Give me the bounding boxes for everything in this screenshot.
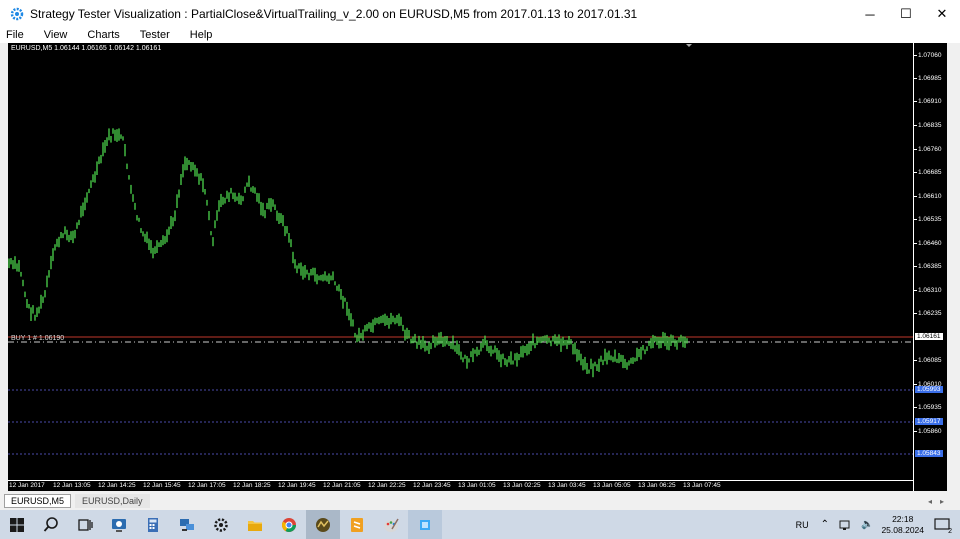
- price-tick: 1.05860: [914, 428, 942, 435]
- price-tick: 1.06535: [914, 216, 942, 223]
- menu-charts[interactable]: Charts: [87, 29, 119, 41]
- right-frame: [947, 43, 960, 491]
- time-label: 12 Jan 18:25: [233, 482, 271, 489]
- price-tick: 1.06310: [914, 287, 942, 294]
- time-label: 12 Jan 13:05: [53, 482, 91, 489]
- windows-start-icon[interactable]: [0, 510, 34, 539]
- candles-group: [8, 128, 688, 378]
- time-label: 12 Jan 21:05: [323, 482, 361, 489]
- chevron-up-icon[interactable]: ⌃: [821, 519, 829, 530]
- price-tick: 1.06460: [914, 240, 942, 247]
- tab-eurusd-m5[interactable]: EURUSD,M5: [4, 494, 72, 508]
- level-price-tag-3: 1.05843: [915, 450, 943, 457]
- price-tick: 1.06085: [914, 357, 942, 364]
- price-tick: 1.06760: [914, 146, 942, 153]
- price-tick: 1.06235: [914, 310, 942, 317]
- menu-help[interactable]: Help: [190, 29, 213, 41]
- metatrader-icon[interactable]: [306, 510, 340, 539]
- network-icon[interactable]: [170, 510, 204, 539]
- time-label: 12 Jan 22:25: [368, 482, 406, 489]
- menu-file[interactable]: File: [6, 29, 24, 41]
- gear-app-icon: [10, 7, 24, 21]
- tab-eurusd-daily[interactable]: EURUSD,Daily: [75, 494, 150, 508]
- price-tick: 1.05935: [914, 404, 942, 411]
- menu-tester[interactable]: Tester: [140, 29, 170, 41]
- price-tick: 1.06385: [914, 263, 942, 270]
- menu-bar: File View Charts Tester Help: [0, 26, 960, 43]
- scroll-left-icon[interactable]: ◂: [928, 497, 932, 506]
- file-explorer-icon[interactable]: [238, 510, 272, 539]
- chrome-icon[interactable]: [272, 510, 306, 539]
- network-status-icon[interactable]: [839, 519, 853, 531]
- price-chart[interactable]: EURUSD,M5 1.06144 1.06165 1.06142 1.0616…: [8, 43, 913, 491]
- settings-gear-icon[interactable]: [204, 510, 238, 539]
- calculator-icon[interactable]: [136, 510, 170, 539]
- chart-tabs: EURUSD,M5 EURUSD,Daily ◂ ▸: [0, 493, 960, 509]
- time-label: 13 Jan 05:05: [593, 482, 631, 489]
- left-frame: [0, 43, 8, 491]
- buy-order-label: BUY 1 # 1.06190: [11, 335, 65, 342]
- time-axis: 12 Jan 2017 12 Jan 13:05 12 Jan 14:25 12…: [8, 480, 913, 491]
- close-button[interactable]: ✕: [924, 0, 960, 28]
- app-square-icon[interactable]: [408, 510, 442, 539]
- sublime-icon[interactable]: [340, 510, 374, 539]
- system-tray: RU ⌃ 🔈 22:18 25.08.2024 2: [796, 510, 960, 539]
- scroll-right-icon[interactable]: ▸: [940, 497, 944, 506]
- time-label: 13 Jan 01:05: [458, 482, 496, 489]
- price-tick: 1.06835: [914, 122, 942, 129]
- task-view-icon[interactable]: [68, 510, 102, 539]
- title-bar: Strategy Tester Visualization : PartialC…: [0, 0, 960, 28]
- chart-shift-marker: [686, 44, 692, 47]
- strategy-tester-window: Strategy Tester Visualization : PartialC…: [0, 0, 960, 510]
- price-tick: 1.07060: [914, 52, 942, 59]
- price-axis: 1.07060 1.06985 1.06910 1.06835 1.06760 …: [913, 43, 947, 491]
- current-price-tag: 1.06161: [915, 333, 943, 340]
- paint-icon[interactable]: [374, 510, 408, 539]
- candlestick-plot: [8, 44, 913, 455]
- window-title: Strategy Tester Visualization : PartialC…: [30, 7, 638, 21]
- maximize-button[interactable]: ☐: [888, 0, 924, 28]
- price-tick: 1.06610: [914, 193, 942, 200]
- volume-icon[interactable]: 🔈: [861, 519, 873, 530]
- price-tick: 1.06910: [914, 98, 942, 105]
- time-label: 13 Jan 07:45: [683, 482, 721, 489]
- price-tick: 1.06985: [914, 75, 942, 82]
- level-price-tag-1: 1.05993: [915, 386, 943, 393]
- time-label: 12 Jan 23:45: [413, 482, 451, 489]
- minimize-button[interactable]: ─: [852, 0, 888, 28]
- search-icon[interactable]: [34, 510, 68, 539]
- notification-center-icon[interactable]: 2: [932, 515, 954, 535]
- time-label: 12 Jan 17:05: [188, 482, 226, 489]
- time-label: 12 Jan 19:45: [278, 482, 316, 489]
- time-label: 13 Jan 02:25: [503, 482, 541, 489]
- time-label: 13 Jan 06:25: [638, 482, 676, 489]
- chart-symbol-info: EURUSD,M5 1.06144 1.06165 1.06142 1.0616…: [11, 45, 162, 52]
- language-indicator[interactable]: RU: [796, 520, 809, 530]
- time-label: 12 Jan 15:45: [143, 482, 181, 489]
- notification-count: 2: [948, 527, 952, 535]
- clock-time: 22:18: [892, 513, 914, 524]
- clock[interactable]: 22:18 25.08.2024: [881, 514, 924, 536]
- time-label: 12 Jan 14:25: [98, 482, 136, 489]
- time-label: 12 Jan 2017: [9, 482, 45, 489]
- price-tick: 1.06685: [914, 169, 942, 176]
- menu-view[interactable]: View: [44, 29, 68, 41]
- time-label: 13 Jan 03:45: [548, 482, 586, 489]
- remote-desktop-icon[interactable]: [102, 510, 136, 539]
- clock-date: 25.08.2024: [881, 524, 924, 535]
- level-price-tag-2: 1.05917: [915, 418, 943, 425]
